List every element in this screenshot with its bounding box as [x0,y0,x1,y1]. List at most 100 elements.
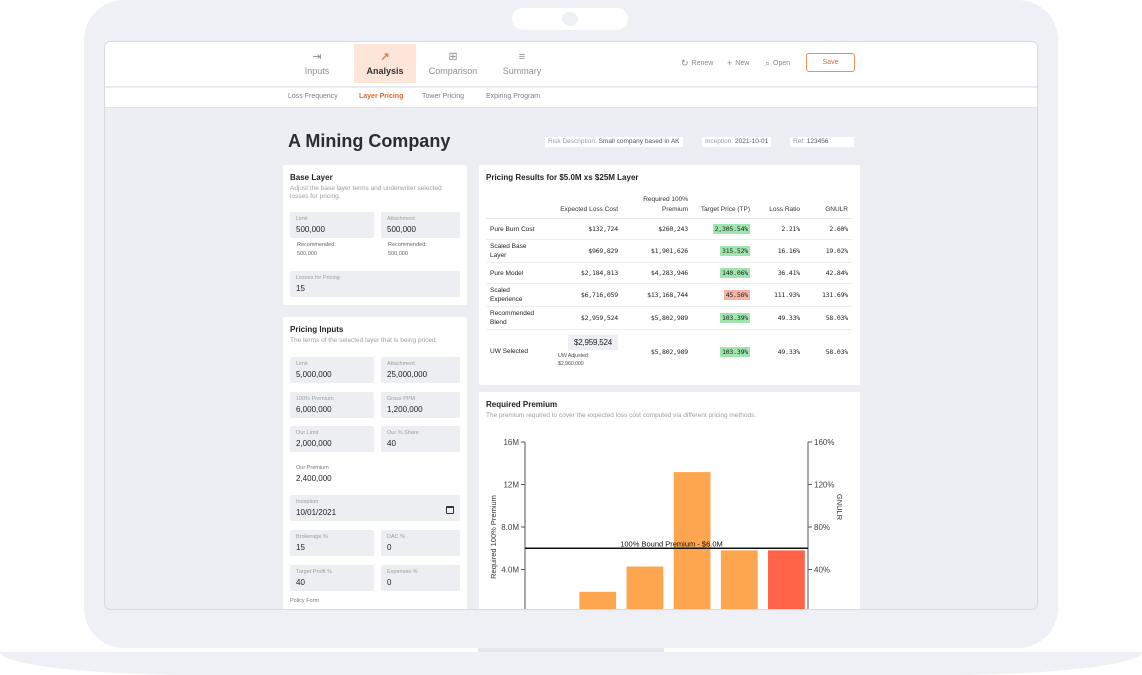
field-label: Limit [296,361,308,367]
field-value: 10/01/2021 [296,508,337,517]
field-value: 25,000,000 [387,370,428,379]
target-price-cell: 103.39% [692,330,754,374]
tab-comparison[interactable]: ⊞ Comparison [423,44,483,83]
field-label: Limit [296,216,308,222]
target-price-cell: 315.52% [692,239,754,263]
rec-value: 500,000 [388,251,408,257]
tab-analysis[interactable]: ↗ Analysis [354,44,416,83]
target-price-cell: 45.56% [692,283,754,307]
expenses-field[interactable]: Expenses % 0 [381,565,460,591]
field-label: DAC % [387,534,406,540]
gnulr: 58.03% [825,347,848,356]
new-button[interactable]: + New [727,58,749,68]
expected-loss-cost: $969,829 [554,239,622,263]
method-name: Recommended Blend [486,306,554,330]
field-label: Policy Form [290,598,320,604]
y-tick-label: 16M [503,438,519,447]
tab-inputs[interactable]: ⇥ Inputs [288,44,346,83]
card-description: The terms of the selected layer that is … [290,337,438,344]
our-share-field[interactable]: Our % Share 40 [381,426,460,452]
subtab-loss-frequency[interactable]: Loss Frequency [288,93,338,100]
card-title: Pricing Results for $5.0M xs $25M Layer [486,173,639,182]
target-price: 45.56% [723,290,750,300]
bar [720,550,758,609]
our-limit-field[interactable]: Our Limit 2,000,000 [290,426,374,452]
gnulr: 131.69% [804,283,852,307]
new-label: New [735,60,750,67]
tab-label: Summary [502,66,542,76]
import-icon: ⇥ [312,51,322,63]
field-value: 500,000 [387,225,416,234]
field-label: Inception [296,499,319,505]
attachment-recommended: Recommended: 500,000 [388,241,427,259]
gnulr: 19.02% [804,239,852,263]
required-premium: $5,802,989 [650,347,688,356]
method-name: Pure Model [486,262,554,284]
y2-tick-label: 40% [814,566,830,575]
required-premium: $260,243 [622,218,692,240]
pricing-inputs-card: Pricing Inputs The terms of the selected… [283,317,467,609]
limit-recommended: Recommended: 500,000 [297,241,336,259]
field-value: 500,000 [296,225,325,234]
grid-plus-icon: ⊞ [448,51,458,63]
column-header: GNULR [804,195,852,219]
meta-label: Risk Description: [548,138,597,145]
card-title: Pricing Inputs [290,325,344,334]
uw-adjusted: UW Adjusted: $2,960,000 [558,352,618,368]
tab-summary[interactable]: ≡ Summary [491,44,553,83]
subtab-tower-pricing[interactable]: Tower Pricing [422,93,464,100]
gross-ppm-field[interactable]: Gross PPM 1,200,000 [381,392,460,418]
column-header: Target Price (TP) [692,195,754,219]
required-premium: $4,283,946 [622,262,692,284]
risk-description-badge: Risk Description: Small company based in… [545,137,683,147]
limit-field[interactable]: Limit 500,000 [290,212,374,238]
desc-line: Adjust the base layer terms and underwri… [290,185,442,192]
field-value: 1,200,000 [387,405,423,414]
subtab-expiring-program[interactable]: Expiring Program [486,93,540,100]
field-label: Our Limit [296,430,319,436]
target-price: 315.52% [720,246,750,256]
desc-line: losses for pricing. [290,193,341,200]
meta-value: Small company based in AK [598,138,680,145]
premium-field[interactable]: 100% Premium 6,000,000 [290,392,374,418]
renew-button[interactable]: ↻ Renew [681,58,713,69]
inception-date-field[interactable]: Inception 10/01/2021 [290,495,460,521]
gnulr: 42.84% [804,262,852,284]
required-premium-chart: 4.0M 8.0M 12M 16M 40% 80% 120% 160% Required 100… [489,438,844,609]
calendar-icon[interactable] [446,506,454,514]
method-name: Scaled Experience [486,283,554,307]
method-label: Scaled Base Layer [490,243,527,259]
dac-field[interactable]: DAC % 0 [381,530,460,556]
pricing-results-card: Pricing Results for $5.0M xs $25M Layer … [479,165,860,385]
policy-form-label: Policy Form [290,598,319,604]
method-name: UW Selected [490,348,528,356]
y-tick-label: 4.0M [501,566,519,575]
target-profit-field[interactable]: Target Profit % 40 [290,565,374,591]
loss-ratio: 49.33% [777,347,800,356]
uw-selected-input[interactable]: $2,959,524 [567,335,618,351]
target-price: 2,305.54% [712,224,750,234]
loss-ratio: 111.93% [754,283,804,307]
brokerage-field[interactable]: Brokerage % 15 [290,530,374,556]
table-row: Pure Model $2,184,813 $4,283,946 140.06%… [486,262,852,284]
table-row: Scaled Experience $6,716,059 $13,168,744… [486,283,852,307]
open-button[interactable]: ⌕ Open [765,58,790,69]
gnulr: 58.03% [804,306,852,330]
meta-value: 2021-10-01 [735,138,769,145]
app-screen: ⇥ Inputs ↗ Analysis ⊞ Comparison ≡ Summa… [104,41,1038,610]
loss-ratio: 36.41% [754,262,804,284]
field-value: 15 [296,284,305,293]
search-icon: ⌕ [765,58,771,68]
field-label: Target Profit % [296,569,333,575]
subtab-layer-pricing[interactable]: Layer Pricing [359,93,403,100]
losses-for-pricing-field[interactable]: Losses for Pricing 15 [290,271,460,297]
column-header [486,195,554,219]
layer-attachment-field[interactable]: Attachment 25,000,000 [381,357,460,383]
save-button[interactable]: Save [806,53,855,72]
table-row-uw-selected: UW Selected $2,959,524 UW Adjusted: $2,96… [486,330,852,374]
base-layer-card: Base Layer Adjust the base layer terms a… [283,165,467,305]
trend-line-icon: ↗ [380,51,390,63]
attachment-field[interactable]: Attachment 500,000 [381,212,460,238]
layer-limit-field[interactable]: Limit 5,000,000 [290,357,374,383]
meta-label: Ref: [793,138,805,145]
